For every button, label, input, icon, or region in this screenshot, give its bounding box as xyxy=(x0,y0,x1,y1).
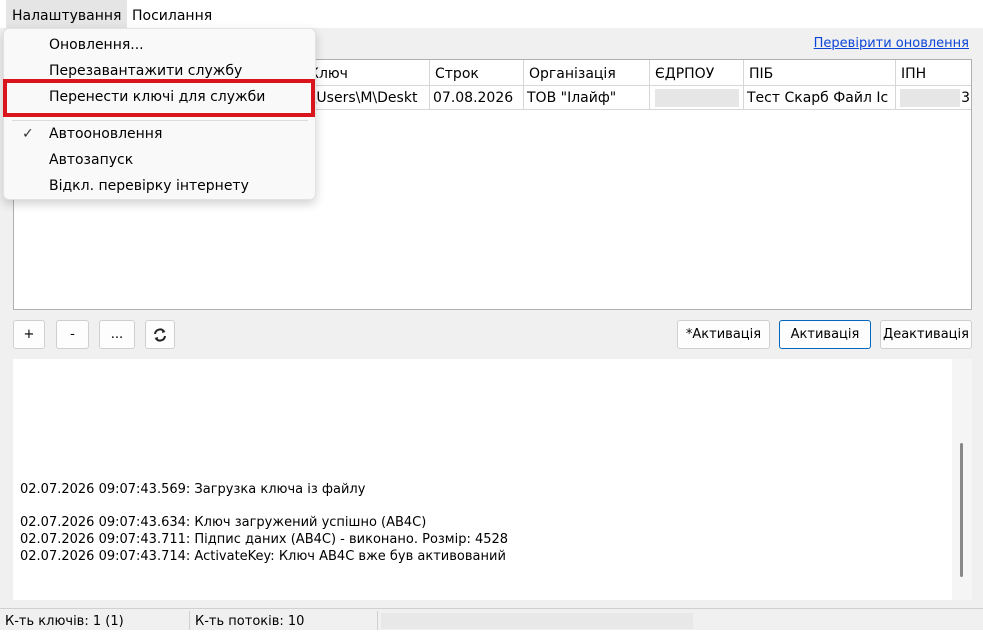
menu-settings[interactable]: Налаштування xyxy=(6,0,128,28)
menu-item-updates[interactable]: Оновлення... xyxy=(8,31,311,57)
menu-item-disable-internet-check[interactable]: Відкл. перевірку інтернету xyxy=(8,172,311,198)
log-line: 02.07.2026 09:07:43.569: Загрузка ключа … xyxy=(20,482,366,497)
ipn-tail: 3 xyxy=(961,90,970,106)
menubar: Налаштування Посилання xyxy=(0,0,983,28)
cell-ipn[interactable]: 3 xyxy=(896,86,971,110)
log-scrollbar[interactable] xyxy=(952,359,972,600)
column-header-key[interactable]: Ключ xyxy=(304,60,430,86)
menu-item-auto-update[interactable]: ✓ Автооновлення xyxy=(8,120,311,146)
status-keys-count: К-ть ключів: 1 (1) xyxy=(0,611,190,630)
menu-item-restart-service[interactable]: Перезавантажити службу xyxy=(8,57,311,83)
status-bar: К-ть ключів: 1 (1) К-ть потоків: 10 xyxy=(0,608,983,630)
log-line: 02.07.2026 09:07:43.714: ActivateKey: Кл… xyxy=(20,549,506,564)
menu-item-auto-update-label: Автооновлення xyxy=(49,126,163,142)
settings-dropdown-menu: Оновлення... Перезавантажити службу Пере… xyxy=(3,28,316,200)
status-progress-area xyxy=(381,613,693,629)
deactivate-button[interactable]: Деактивація xyxy=(880,320,972,349)
star-activate-button[interactable]: *Активація xyxy=(677,320,770,349)
column-header-organization[interactable]: Організація xyxy=(524,60,650,86)
checkmark-icon: ✓ xyxy=(22,126,34,142)
menu-links[interactable]: Посилання xyxy=(126,0,218,28)
cell-organization[interactable]: ТОВ "Ілайф" xyxy=(524,86,650,110)
log-line: 02.07.2026 09:07:43.711: Підпис даних (A… xyxy=(20,532,509,547)
remove-button[interactable]: - xyxy=(56,320,89,349)
status-threads-count: К-ть потоків: 10 xyxy=(190,611,378,630)
refresh-button[interactable] xyxy=(145,320,175,349)
menu-item-transfer-keys[interactable]: Перенести ключі для служби xyxy=(8,83,311,109)
column-header-pib[interactable]: ПІБ xyxy=(744,60,896,86)
more-button[interactable]: ... xyxy=(99,320,135,349)
redacted-edrpou xyxy=(655,89,739,107)
column-header-expiry[interactable]: Строк xyxy=(430,60,524,86)
cell-key[interactable]: :\Users\M\Deskt xyxy=(304,86,430,110)
column-header-edrpou[interactable]: ЄДРПОУ xyxy=(650,60,744,86)
log-panel[interactable]: 02.07.2026 09:07:43.569: Загрузка ключа … xyxy=(13,359,972,600)
cell-expiry[interactable]: 07.08.2026 xyxy=(430,86,524,110)
activate-button[interactable]: Активація xyxy=(779,320,871,349)
menu-item-autostart[interactable]: Автозапуск xyxy=(8,146,311,172)
redacted-ipn xyxy=(900,89,960,107)
add-button[interactable]: + xyxy=(13,320,45,349)
log-line: 02.07.2026 09:07:43.634: Ключ загружений… xyxy=(20,515,427,530)
cell-pib[interactable]: Тест Скарб Файл Іс xyxy=(744,86,896,110)
column-header-ipn[interactable]: ІПН xyxy=(896,60,971,86)
refresh-icon xyxy=(154,328,166,342)
cell-edrpou[interactable] xyxy=(650,86,744,110)
log-scrollbar-thumb[interactable] xyxy=(960,443,963,577)
check-updates-link[interactable]: Перевірити оновлення xyxy=(814,36,969,51)
